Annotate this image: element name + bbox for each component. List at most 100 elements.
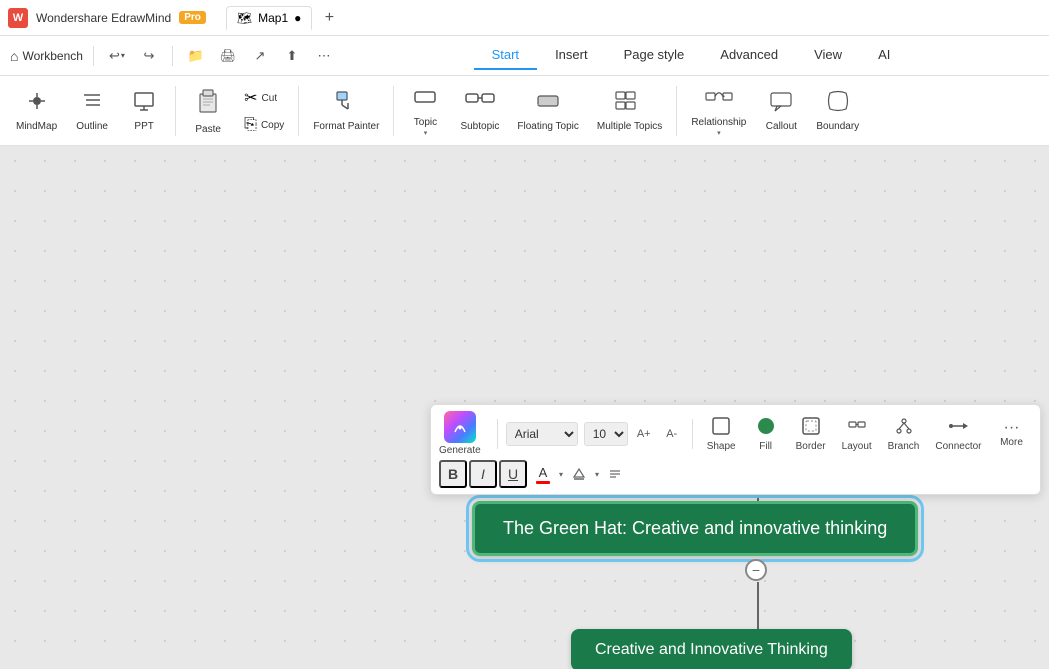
relationship-arrow: ▾	[717, 129, 721, 137]
shape-label: Shape	[707, 441, 736, 452]
connector-tool[interactable]: Connector	[929, 414, 987, 454]
nav-tab-advanced[interactable]: Advanced	[702, 41, 796, 70]
font-increase-button[interactable]: A+	[632, 422, 656, 446]
mindmap-mode-button[interactable]: MindMap	[8, 83, 65, 139]
branch-tool[interactable]: Branch	[882, 414, 926, 454]
font-decrease-button[interactable]: A-	[660, 422, 684, 446]
fill-icon	[756, 416, 776, 441]
font-size-select[interactable]: 10	[584, 422, 628, 446]
font-color-button[interactable]: A	[529, 460, 557, 488]
callout-label: Callout	[766, 121, 797, 133]
new-tab-button[interactable]: +	[318, 7, 340, 29]
redo-button[interactable]: ↪	[136, 43, 162, 69]
ppt-mode-button[interactable]: PPT	[119, 83, 169, 139]
paste-label: Paste	[195, 124, 221, 136]
relationship-label: Relationship	[691, 117, 746, 129]
tab-name: Map1	[258, 11, 288, 25]
topic-icon	[413, 85, 437, 115]
text-style-button[interactable]	[601, 460, 629, 488]
ft-row2: B I U A ▾ ▾	[439, 460, 1032, 488]
child-node-1[interactable]: Creative and Innovative Thinking	[571, 629, 852, 669]
nav-tab-ai[interactable]: AI	[860, 41, 908, 70]
ft-sep1	[497, 419, 498, 449]
paste-button[interactable]: Paste	[182, 80, 234, 142]
tab-dot: ●	[294, 11, 301, 25]
outline-label: Outline	[76, 121, 108, 133]
more-icon: ···	[1004, 419, 1020, 437]
floating-topic-label: Floating Topic	[517, 121, 579, 133]
underline-button[interactable]: U	[499, 460, 527, 488]
share-button[interactable]: ⬆	[279, 43, 305, 69]
font-color-arrow[interactable]: ▾	[559, 470, 563, 479]
print-button[interactable]: 🖨	[215, 43, 241, 69]
border-label: Border	[796, 441, 826, 452]
relationship-icon	[705, 85, 733, 115]
outline-mode-button[interactable]: Outline	[67, 83, 117, 139]
main-node[interactable]: The Green Hat: Creative and innovative t…	[472, 501, 918, 556]
topic-button[interactable]: Topic ▾	[400, 79, 450, 143]
pro-badge: Pro	[179, 11, 206, 24]
app-name: Wondershare EdrawMind	[36, 11, 171, 25]
fill-tool[interactable]: Fill	[746, 414, 786, 454]
generate-label: Generate	[439, 445, 481, 456]
separator	[93, 46, 94, 66]
italic-button[interactable]: I	[469, 460, 497, 488]
nav-tab-page-style[interactable]: Page style	[606, 41, 703, 70]
border-icon	[801, 416, 821, 441]
toolbar-separator-3	[393, 86, 394, 136]
tab-icon: 🗺	[237, 11, 252, 25]
copy-label: Copy	[261, 120, 284, 132]
more-options-button[interactable]: ⋯	[311, 43, 337, 69]
format-painter-button[interactable]: Format Painter	[305, 83, 387, 139]
toolbar-separator-4	[676, 86, 677, 136]
home-icon: ⌂	[10, 48, 18, 64]
cut-button[interactable]: ✂ Cut	[240, 86, 288, 110]
file-button[interactable]: 📁	[183, 43, 209, 69]
border-tool[interactable]: Border	[790, 414, 832, 454]
callout-button[interactable]: Callout	[756, 83, 806, 139]
boundary-icon	[826, 89, 850, 119]
multiple-topics-button[interactable]: Multiple Topics	[589, 83, 670, 139]
subtopic-icon	[465, 89, 495, 119]
paste-icon	[194, 86, 222, 122]
nav-tab-start[interactable]: Start	[474, 41, 537, 70]
copy-button[interactable]: ⎘ Copy	[240, 114, 288, 136]
layout-label: Layout	[842, 441, 872, 452]
font-family-select[interactable]: Arial	[506, 422, 578, 446]
collapse-button[interactable]: −	[745, 559, 767, 581]
ft-sep2	[692, 419, 693, 449]
subtopic-label: Subtopic	[460, 121, 499, 133]
nav-tab-insert[interactable]: Insert	[537, 41, 606, 70]
floating-toolbar: Generate Arial 10 A+ A-	[430, 404, 1041, 495]
multiple-topics-label: Multiple Topics	[597, 121, 662, 133]
generate-icon	[444, 411, 476, 443]
export-button[interactable]: ↗	[247, 43, 273, 69]
subtopic-button[interactable]: Subtopic	[452, 83, 507, 139]
bold-button[interactable]: B	[439, 460, 467, 488]
generate-button[interactable]: Generate	[439, 411, 481, 456]
boundary-label: Boundary	[816, 121, 859, 133]
undo-button[interactable]: ↩▾	[104, 43, 130, 69]
app-logo: W	[8, 8, 28, 28]
nav-tab-view[interactable]: View	[796, 41, 860, 70]
workbench-button[interactable]: ⌂ Workbench	[10, 48, 83, 64]
tab-area: 🗺 Map1 ● +	[226, 6, 341, 30]
floating-topic-button[interactable]: Floating Topic	[509, 83, 587, 139]
connector-icon	[948, 416, 968, 441]
toolbar-row2: MindMap Outline PPT	[0, 76, 1049, 146]
tab-map1[interactable]: 🗺 Map1 ●	[226, 6, 313, 30]
more-label: More	[1000, 437, 1023, 448]
relationship-button[interactable]: Relationship ▾	[683, 79, 754, 143]
highlight-arrow[interactable]: ▾	[595, 470, 599, 479]
toolbar-separator-1	[175, 86, 176, 136]
shape-icon	[711, 416, 731, 441]
layout-tool[interactable]: Layout	[836, 414, 878, 454]
shape-tool[interactable]: Shape	[701, 414, 742, 454]
more-tool[interactable]: ··· More	[992, 417, 1032, 450]
boundary-button[interactable]: Boundary	[808, 83, 867, 139]
canvas-area[interactable]: The Green Hat: Creative and innovative t…	[0, 146, 1049, 669]
callout-icon	[769, 89, 793, 119]
layout-icon	[847, 416, 867, 441]
mindmap-label: MindMap	[16, 121, 57, 133]
highlight-button[interactable]	[565, 460, 593, 488]
